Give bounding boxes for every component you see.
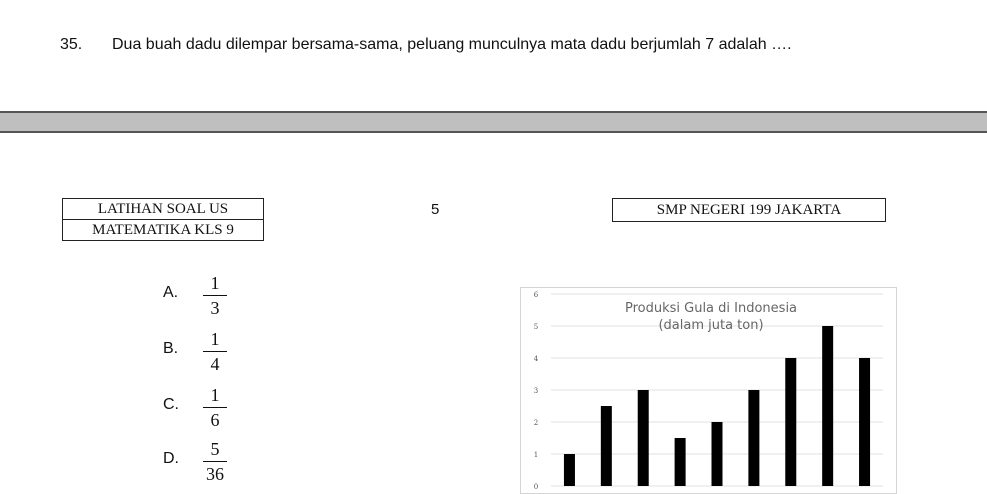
exam-title-box: LATIHAN SOAL US MATEMATIKA KLS 9 [62, 198, 264, 241]
page-number: 5 [431, 201, 440, 218]
y-tick-label: 1 [534, 451, 538, 459]
chart-title: Produksi Gula di Indonesia [625, 301, 797, 316]
option-fraction: 1 3 [203, 272, 227, 319]
y-tick-label: 2 [534, 419, 538, 427]
question-text: Dua buah dadu dilempar bersama-sama, pel… [112, 36, 792, 53]
school-name-box: SMP NEGERI 199 JAKARTA [612, 198, 886, 222]
fraction-denominator: 3 [210, 298, 220, 318]
fraction-numerator: 1 [210, 385, 220, 405]
y-tick-label: 3 [534, 387, 538, 395]
fraction-numerator: 1 [210, 329, 220, 349]
bar-4 [674, 438, 686, 486]
fraction-bar [203, 351, 227, 352]
fraction-denominator: 4 [210, 354, 220, 374]
y-tick-label: 5 [534, 323, 538, 331]
option-letter: A. [163, 284, 179, 301]
bar-5 [711, 422, 723, 486]
option-letter: B. [163, 340, 179, 357]
option-letter: C. [163, 396, 179, 413]
exam-title-line2: MATEMATIKA KLS 9 [63, 219, 263, 240]
chart-canvas: Produksi Gula di Indonesia (dalam juta t… [534, 291, 883, 491]
question-number: 35. [60, 36, 83, 53]
page-break-band [0, 111, 987, 133]
option-fraction: 1 6 [203, 384, 227, 431]
fraction-bar [203, 295, 227, 296]
sugar-production-chart: Produksi Gula di Indonesia (dalam juta t… [520, 287, 897, 494]
question-35: 35. Dua buah dadu dilempar bersama-sama, … [60, 36, 792, 54]
exam-title-line1: LATIHAN SOAL US [97, 201, 229, 217]
bar-1 [563, 454, 575, 486]
bar-9 [859, 358, 871, 486]
y-tick-label: 4 [534, 355, 539, 363]
y-tick-label: 6 [534, 291, 539, 299]
bar-8 [822, 326, 834, 486]
option-letter: D. [163, 450, 179, 467]
bar-2 [600, 406, 612, 486]
bar-3 [637, 390, 649, 486]
fraction-bar [203, 461, 227, 462]
bar-7 [785, 358, 797, 486]
fraction-numerator: 5 [210, 439, 220, 459]
option-fraction: 5 36 [203, 438, 227, 485]
fraction-bar [203, 407, 227, 408]
fraction-denominator: 36 [206, 464, 224, 484]
bar-6 [748, 390, 760, 486]
y-tick-label: 0 [534, 483, 538, 491]
option-fraction: 1 4 [203, 328, 227, 375]
fraction-denominator: 6 [210, 410, 220, 430]
fraction-numerator: 1 [210, 273, 220, 293]
chart-subtitle: (dalam juta ton) [658, 318, 763, 333]
